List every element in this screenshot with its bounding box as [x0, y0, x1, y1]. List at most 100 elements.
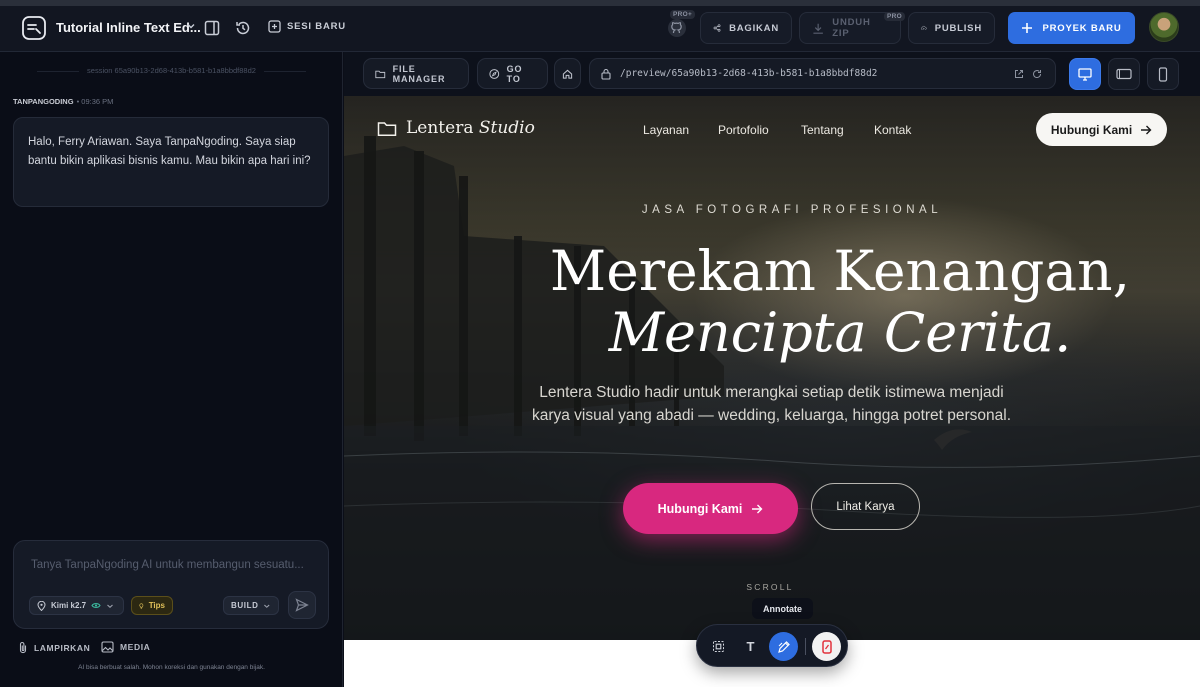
website-preview: Lentera Studio Layanan Portofolio Tentan… [344, 96, 1200, 640]
share-label: BAGIKAN [729, 22, 779, 34]
project-title[interactable]: Tutorial Inline Text Ed... [56, 20, 201, 35]
chevron-down-icon[interactable] [186, 21, 196, 31]
hero-contact-label: Hubungi Kami [657, 501, 743, 516]
annotation-toolbar: T [696, 624, 848, 667]
attach-label: LAMPIRKAN [34, 642, 91, 653]
url-bar[interactable]: /preview/65a90b13-2d68-413b-b581-b1a8bbd… [589, 58, 1056, 89]
go-to-label: GO TO [506, 63, 523, 84]
external-link-icon[interactable] [1014, 69, 1024, 79]
desktop-icon [1078, 67, 1092, 81]
nav-link-tentang[interactable]: Tentang [801, 123, 844, 137]
paperclip-icon [19, 642, 27, 654]
brand-logo[interactable]: Lentera Studio [377, 118, 535, 138]
share-button[interactable]: BAGIKAN [700, 12, 792, 44]
new-project-button[interactable]: PROYEK BARU [1008, 12, 1135, 44]
model-label: Kimi k2.7 [51, 601, 87, 610]
attach-button[interactable]: LAMPIRKAN [18, 641, 90, 654]
tips-label: Tips [148, 601, 165, 610]
folder-icon [377, 121, 397, 136]
download-zip-label: UNDUH ZIP [832, 17, 871, 39]
chevron-down-icon [264, 604, 270, 608]
toolbar-divider [805, 638, 806, 655]
hero-headline-line-2: Mencipta Cerita. [608, 301, 1072, 364]
chat-composer[interactable]: Tanya TanpaNgoding AI untuk membangun se… [13, 540, 329, 629]
url-text[interactable]: /preview/65a90b13-2d68-413b-b581-b1a8bbd… [620, 68, 877, 79]
go-to-button[interactable]: GO TO [477, 58, 548, 89]
annotate-tooltip: Annotate [752, 598, 813, 619]
send-icon [295, 598, 309, 612]
pin-icon [37, 600, 46, 611]
eye-icon [91, 603, 101, 608]
brand-italic: Studio [478, 118, 535, 138]
assistant-message: Halo, Ferry Ariawan. Saya TanpaNgoding. … [13, 117, 329, 207]
pro-badge: PRO [884, 12, 905, 21]
new-project-label: PROYEK BARU [1042, 22, 1122, 34]
mode-label: BUILD [231, 601, 259, 610]
compass-icon [489, 68, 500, 79]
mobile-view-button[interactable] [1147, 58, 1179, 90]
phone-red-icon [821, 639, 832, 654]
share-icon [713, 24, 721, 32]
hero-headline-line-1: Merekam Kenangan, [549, 239, 1131, 303]
desktop-view-button[interactable] [1069, 58, 1101, 90]
sidebar-toggle-icon[interactable] [203, 19, 221, 37]
clear-annotations-tool[interactable] [812, 632, 841, 661]
new-session-label: SESI BARU [287, 21, 346, 32]
file-manager-label: FILE MANAGER [392, 63, 446, 84]
model-selector[interactable]: Kimi k2.7 [29, 596, 124, 615]
app-logo-icon[interactable] [22, 16, 46, 40]
hero-subtitle: Lentera Studio hadir untuk merangkai set… [531, 384, 1012, 424]
plus-square-icon [268, 20, 281, 33]
nav-link-portofolio[interactable]: Portofolio [718, 123, 769, 137]
folder-icon [375, 70, 386, 78]
download-icon [813, 23, 823, 34]
brand-name: Lentera [406, 118, 474, 138]
media-label: MEDIA [120, 642, 151, 652]
message-time: • 09:36 PM [76, 97, 114, 106]
lightbulb-icon [139, 602, 144, 609]
mode-selector[interactable]: BUILD [223, 596, 279, 615]
hero-contact-button[interactable]: Hubungi Kami [623, 483, 798, 534]
session-id: session 65a90b13-2d68-413b-b581-b1a8bbdf… [0, 66, 343, 75]
top-bar: Tutorial Inline Text Ed... SESI BARU PRO… [0, 0, 1200, 52]
hero-eyebrow: JASA FOTOGRAFI PROFESIONAL [641, 204, 943, 216]
image-icon [101, 641, 114, 653]
tablet-icon [1116, 68, 1132, 80]
text-tool[interactable]: T [736, 632, 765, 661]
mobile-icon [1158, 66, 1168, 82]
nav-link-kontak[interactable]: Kontak [874, 123, 911, 137]
lock-icon [601, 68, 611, 80]
user-avatar[interactable] [1149, 12, 1179, 42]
history-icon[interactable] [234, 19, 252, 37]
preview-toolbar: FILE MANAGER GO TO /preview/65a90b13-2d6… [344, 52, 1200, 96]
github-icon[interactable] [666, 17, 688, 39]
message-author: TANPANGODING [13, 97, 74, 106]
pen-icon [777, 640, 790, 653]
pier-silhouette-image [344, 96, 1200, 640]
select-element-tool[interactable] [704, 632, 733, 661]
new-session-button[interactable]: SESI BARU [268, 20, 346, 33]
publish-button[interactable]: PUBLISH [908, 12, 995, 44]
home-button[interactable] [554, 58, 581, 89]
file-manager-button[interactable]: FILE MANAGER [363, 58, 469, 89]
tablet-view-button[interactable] [1108, 58, 1140, 90]
scroll-indicator: SCROLL [746, 582, 794, 592]
view-work-button[interactable]: Lihat Karya [811, 483, 920, 530]
ai-disclaimer: AI bisa berbuat salah. Mohon koreksi dan… [78, 664, 265, 671]
home-icon [562, 69, 573, 79]
select-frame-icon [713, 641, 724, 652]
annotate-tool[interactable] [769, 632, 798, 661]
chevron-down-icon [107, 604, 114, 608]
refresh-icon[interactable] [1032, 69, 1042, 79]
pro-plus-badge: PRO+ [670, 10, 696, 19]
chat-sidebar: session 65a90b13-2d68-413b-b581-b1a8bbdf… [0, 52, 343, 687]
send-button[interactable] [288, 591, 316, 619]
arrow-right-icon [1141, 125, 1152, 134]
tips-button[interactable]: Tips [131, 596, 173, 615]
contact-nav-button[interactable]: Hubungi Kami [1036, 113, 1167, 146]
arrow-right-icon [752, 504, 763, 513]
nav-link-layanan[interactable]: Layanan [643, 123, 689, 137]
media-button[interactable]: MEDIA [101, 641, 150, 653]
contact-nav-label: Hubungi Kami [1050, 122, 1133, 137]
chat-input[interactable]: Tanya TanpaNgoding AI untuk membangun se… [31, 559, 304, 571]
